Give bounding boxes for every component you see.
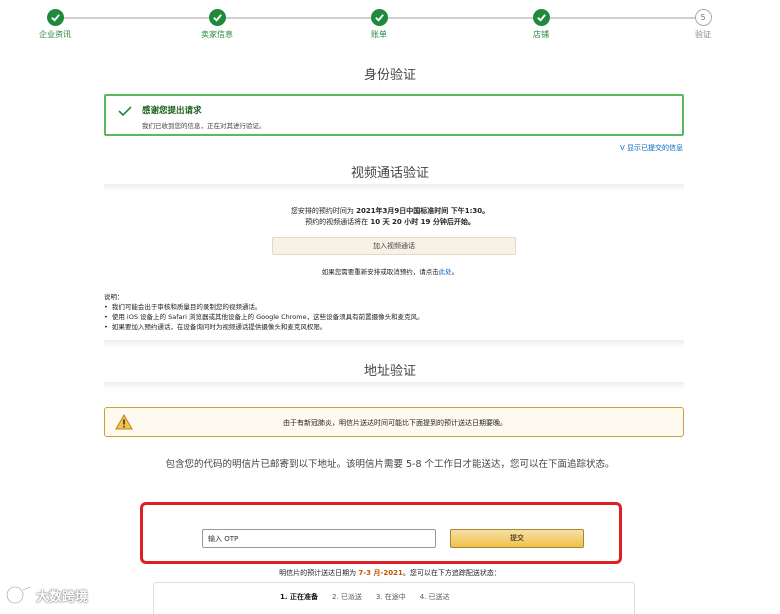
appointment-time-label: 您安排的预约时间为 bbox=[290, 207, 357, 215]
appointment-info: 您安排的预约时间为 2021年3月9日中国标准时间 下午1:30。 预约的视频通… bbox=[0, 206, 780, 228]
warning-alert: 由于有新冠肺炎，明信片送达时间可能比下面提到的预计送达日期要晚。 bbox=[104, 407, 684, 437]
countdown-label: 预约的视频通话将在 bbox=[305, 218, 371, 226]
section-divider bbox=[104, 340, 684, 348]
join-video-call-button[interactable]: 加入视频通话 bbox=[272, 237, 516, 255]
notes-heading: 说明： bbox=[104, 293, 124, 301]
step-verification: 5 验证 bbox=[673, 8, 733, 40]
step-store[interactable]: 店铺 bbox=[511, 8, 571, 40]
check-icon bbox=[532, 9, 550, 26]
appointment-time-value: 2021年3月9日中国标准时间 下午1:30。 bbox=[356, 207, 490, 215]
est-date: 7-3 月-2021 bbox=[358, 569, 403, 577]
show-submitted-info-link[interactable]: V 显示已提交的信息 bbox=[620, 143, 683, 153]
check-icon bbox=[46, 9, 64, 26]
step-label: 验证 bbox=[695, 30, 711, 39]
section-divider bbox=[104, 184, 684, 192]
success-alert: 感谢您提出请求 我们已收到您的信息，正在对其进行验证。 bbox=[104, 94, 684, 136]
countdown-value: 10 天 20 小时 19 分钟后开始。 bbox=[370, 218, 475, 226]
tracking-step: 2. 已派送 bbox=[331, 593, 362, 601]
notes-section: 说明： 我们可能会出于审核和质量目的录制您的视频通话。 使用 iOS 设备上的 … bbox=[104, 292, 604, 332]
tracking-step: 3. 在途中 bbox=[375, 593, 406, 601]
warning-message: 由于有新冠肺炎，明信片送达时间可能比下面提到的预计送达日期要晚。 bbox=[283, 419, 507, 427]
watermark: 大数跨境 bbox=[4, 584, 88, 606]
video-section-title: 视频通话验证 bbox=[350, 166, 429, 181]
identity-section-title: 身份验证 bbox=[363, 68, 416, 83]
otp-input[interactable] bbox=[202, 529, 436, 548]
watermark-logo-icon bbox=[5, 585, 31, 605]
tracking-step: 4. 已送达 bbox=[419, 593, 450, 601]
step-billing[interactable]: 账单 bbox=[349, 8, 409, 40]
watermark-text: 大数跨境 bbox=[36, 589, 89, 605]
step-label: 企业资讯 bbox=[39, 30, 71, 39]
postcard-info: 包含您的代码的明信片已邮寄到以下地址。该明信片需要 5-8 个工作日才能送达，您… bbox=[165, 459, 615, 470]
tracking-step: 1. 正在准备 bbox=[280, 593, 318, 601]
list-item: 如果要加入预约通话，在设备询问时为视频通话提供摄像头和麦克风权限。 bbox=[104, 322, 604, 332]
step-label: 账单 bbox=[371, 30, 387, 39]
tracking-steps: 1. 正在准备 2. 已派送 3. 在途中 4. 已送达 bbox=[280, 592, 450, 602]
reschedule-suffix: 。 bbox=[451, 268, 459, 276]
est-suffix: 。您可以在下方追踪配送状态： bbox=[402, 569, 501, 577]
step-label: 卖家信息 bbox=[201, 30, 233, 39]
address-section-title: 地址验证 bbox=[363, 364, 416, 379]
list-item: 我们可能会出于审核和质量目的录制您的视频通话。 bbox=[104, 302, 604, 312]
reschedule-prefix: 如果您需要重新安排或取消预约，请点击 bbox=[321, 268, 439, 276]
check-icon bbox=[370, 9, 388, 26]
submit-button[interactable]: 提交 bbox=[450, 529, 584, 548]
step-number: 5 bbox=[694, 9, 712, 26]
section-divider bbox=[104, 382, 684, 390]
est-prefix: 明信片的预计送达日期为 bbox=[279, 569, 359, 577]
step-company-info[interactable]: 企业资讯 bbox=[25, 8, 85, 40]
success-message: 我们已收到您的信息，正在对其进行验证。 bbox=[142, 122, 266, 130]
step-label: 店铺 bbox=[533, 30, 549, 39]
reschedule-link[interactable]: 此处 bbox=[439, 268, 452, 276]
reschedule-text: 如果您需要重新安排或取消预约，请点击此处。 bbox=[0, 266, 780, 276]
check-icon bbox=[208, 9, 226, 26]
list-item: 使用 iOS 设备上的 Safari 浏览器或其他设备上的 Google Chr… bbox=[104, 312, 604, 322]
check-icon bbox=[118, 106, 132, 117]
step-seller-info[interactable]: 卖家信息 bbox=[187, 8, 247, 40]
progress-stepper: 企业资讯 卖家信息 账单 店铺 5 验证 bbox=[0, 8, 780, 44]
estimated-delivery: 明信片的预计送达日期为 7-3 月-2021。您可以在下方追踪配送状态： bbox=[0, 568, 780, 578]
success-title: 感谢您提出请求 bbox=[142, 106, 202, 116]
